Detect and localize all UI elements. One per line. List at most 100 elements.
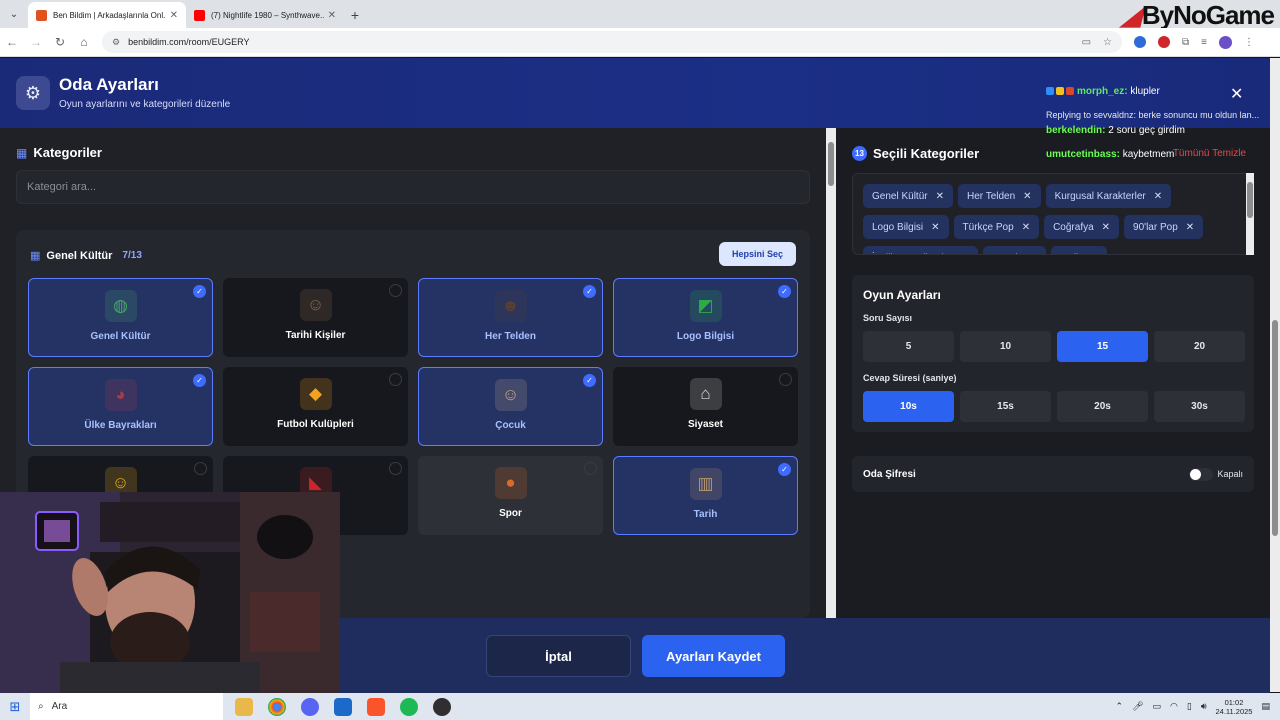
remove-chip-icon[interactable]: ✕: [1186, 222, 1194, 233]
tab-ben-bildim[interactable]: Ben Bildim | Arkadaşlarınla Onl... ✕: [28, 2, 186, 28]
category-card[interactable]: ◕ Ülke Bayrakları ✓: [28, 367, 213, 446]
page-scrollbar[interactable]: [1270, 58, 1280, 692]
category-card[interactable]: ☺ Tarihi Kişiler: [223, 278, 408, 357]
unchecked-circle-icon[interactable]: [389, 373, 402, 386]
answer-time-option[interactable]: 20s: [1057, 391, 1148, 422]
question-count-option[interactable]: 10: [960, 331, 1051, 362]
back-icon[interactable]: ←: [0, 35, 24, 49]
settings-panel: 13 Seçili Kategoriler Tümünü Temizle Gen…: [836, 128, 1270, 618]
checkmark-icon[interactable]: ✓: [583, 285, 596, 298]
unchecked-circle-icon[interactable]: [389, 462, 402, 475]
clock[interactable]: 01:02 24.11.2025: [1216, 698, 1253, 716]
checkmark-icon[interactable]: ✓: [778, 285, 791, 298]
chip-label: Çocuk: [992, 253, 1020, 255]
unchecked-circle-icon[interactable]: [389, 284, 402, 297]
steam-icon[interactable]: [334, 697, 352, 716]
category-card[interactable]: ◆ Futbol Kulüpleri: [223, 367, 408, 446]
discord-icon[interactable]: [301, 697, 319, 716]
checkmark-icon[interactable]: ✓: [193, 285, 206, 298]
file-explorer-icon[interactable]: [235, 697, 253, 716]
remove-chip-icon[interactable]: ✕: [1028, 253, 1036, 255]
brave-icon[interactable]: [367, 697, 385, 716]
new-tab-button[interactable]: +: [344, 2, 366, 28]
answer-time-option[interactable]: 15s: [960, 391, 1051, 422]
category-card[interactable]: ▥ Tarih ✓: [613, 456, 798, 535]
category-card[interactable]: ⌂ Siyaset: [613, 367, 798, 446]
selected-count-badge: 13: [852, 146, 867, 161]
close-icon[interactable]: ✕: [1230, 84, 1243, 104]
site-info-icon[interactable]: ⚙: [112, 37, 120, 48]
checkmark-icon[interactable]: ✓: [778, 463, 791, 476]
volume-icon[interactable]: 🔊︎: [1201, 701, 1207, 712]
extension-icon[interactable]: [1158, 36, 1170, 48]
wifi-icon[interactable]: ◠: [1170, 701, 1178, 712]
answer-time-option[interactable]: 10s: [863, 391, 954, 422]
close-tab-icon[interactable]: ✕: [170, 10, 178, 21]
categories-scrollbar[interactable]: [826, 128, 836, 618]
category-label: Futbol Kulüpleri: [277, 419, 354, 430]
battery-icon[interactable]: ▯: [1187, 701, 1192, 712]
category-label: Tarih: [693, 509, 718, 520]
tab-youtube[interactable]: (7) Nightlife 1980 – Synthwave... ✕: [186, 2, 344, 28]
network-icon[interactable]: ▭: [1153, 701, 1162, 712]
category-search-input[interactable]: Kategori ara...: [16, 170, 810, 204]
chips-scrollbar[interactable]: [1246, 173, 1254, 255]
question-count-option[interactable]: 15: [1057, 331, 1148, 362]
scrollbar-thumb[interactable]: [1247, 182, 1253, 218]
save-settings-button[interactable]: Ayarları Kaydet: [642, 635, 785, 677]
url-field[interactable]: ⚙ benbildim.com/room/EUGERY ▭ ☆: [102, 31, 1122, 53]
chat-text: kaybetmem: [1122, 149, 1175, 160]
obs-icon[interactable]: [433, 697, 451, 716]
category-card[interactable]: ☺ Çocuk ✓: [418, 367, 603, 446]
question-count-option[interactable]: 20: [1154, 331, 1245, 362]
chip-label: Tarih: [1060, 253, 1082, 255]
notifications-icon[interactable]: ▤: [1261, 701, 1270, 712]
category-card[interactable]: ● Spor: [418, 456, 603, 535]
chrome-icon[interactable]: [268, 697, 286, 716]
tab-search-icon[interactable]: ⌄: [0, 0, 28, 28]
address-bar: ← → ↻ ⌂ ⚙ benbildim.com/room/EUGERY ▭ ☆ …: [0, 28, 1280, 57]
remove-chip-icon[interactable]: ✕: [1154, 191, 1162, 202]
media-queue-icon[interactable]: ≡: [1201, 37, 1207, 48]
category-card[interactable]: ◍ Genel Kültür ✓: [28, 278, 213, 357]
profile-avatar[interactable]: [1218, 35, 1232, 49]
close-tab-icon[interactable]: ✕: [328, 10, 336, 21]
cancel-button[interactable]: İptal: [486, 635, 631, 677]
unchecked-circle-icon[interactable]: [779, 373, 792, 386]
remove-chip-icon[interactable]: ✕: [1023, 191, 1031, 202]
chip-label: İngilizce Kelimeler: [872, 253, 953, 255]
category-card[interactable]: ☻ Her Telden ✓: [418, 278, 603, 357]
remove-chip-icon[interactable]: ✕: [931, 222, 939, 233]
select-all-button[interactable]: Hepsini Seç: [719, 242, 796, 266]
scrollbar-thumb[interactable]: [828, 142, 834, 186]
install-app-icon[interactable]: ▭: [1082, 37, 1091, 48]
tab-title: Ben Bildim | Arkadaşlarınla Onl...: [53, 10, 166, 20]
remove-chip-icon[interactable]: ✕: [1102, 222, 1110, 233]
answer-time-option[interactable]: 30s: [1154, 391, 1245, 422]
reload-icon[interactable]: ↻: [48, 35, 72, 49]
home-icon[interactable]: ⌂: [72, 35, 96, 49]
menu-icon[interactable]: ⋮: [1244, 37, 1254, 48]
unchecked-circle-icon[interactable]: [194, 462, 207, 475]
bookmark-star-icon[interactable]: ☆: [1103, 37, 1112, 48]
extension-icon[interactable]: [1134, 36, 1146, 48]
windows-start-icon[interactable]: ⊞: [0, 699, 30, 715]
spotify-icon[interactable]: [400, 697, 418, 716]
microphone-icon[interactable]: 🎤︎: [1132, 701, 1143, 712]
checkmark-icon[interactable]: ✓: [583, 374, 596, 387]
checkmark-icon[interactable]: ✓: [193, 374, 206, 387]
clear-all-button[interactable]: Tümünü Temizle: [1173, 148, 1246, 159]
question-count-option[interactable]: 5: [863, 331, 954, 362]
remove-chip-icon[interactable]: ✕: [936, 191, 944, 202]
scrollbar-thumb[interactable]: [1272, 320, 1278, 536]
category-card[interactable]: ◩ Logo Bilgisi ✓: [613, 278, 798, 357]
chevron-up-icon[interactable]: ⌃: [1116, 701, 1124, 712]
forward-icon[interactable]: →: [24, 35, 48, 49]
remove-chip-icon[interactable]: ✕: [1089, 253, 1097, 255]
taskbar-search[interactable]: ⌕ Ara: [30, 693, 223, 720]
remove-chip-icon[interactable]: ✕: [961, 253, 969, 255]
extensions-puzzle-icon[interactable]: ⧉: [1182, 37, 1189, 48]
password-toggle[interactable]: [1189, 468, 1213, 481]
unchecked-circle-icon[interactable]: [584, 462, 597, 475]
remove-chip-icon[interactable]: ✕: [1022, 222, 1030, 233]
